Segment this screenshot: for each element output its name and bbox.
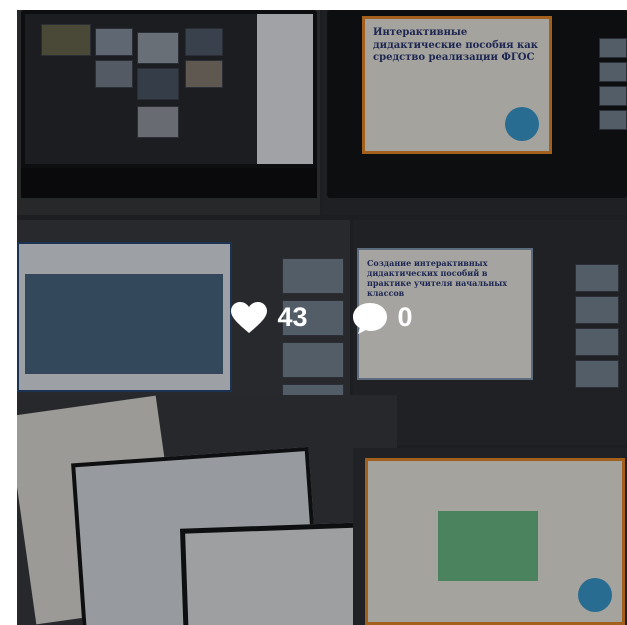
like-count-value: 43 bbox=[277, 302, 308, 332]
post-stats: 43 0 bbox=[17, 10, 627, 625]
collage-post[interactable]: Интерактивные дидактические пособия как … bbox=[17, 10, 627, 625]
comment-count-value: 0 bbox=[397, 302, 413, 332]
speech-bubble-icon bbox=[352, 301, 388, 335]
comment-count[interactable]: 0 bbox=[352, 301, 413, 335]
like-count[interactable]: 43 bbox=[231, 301, 308, 334]
heart-icon bbox=[231, 301, 268, 334]
